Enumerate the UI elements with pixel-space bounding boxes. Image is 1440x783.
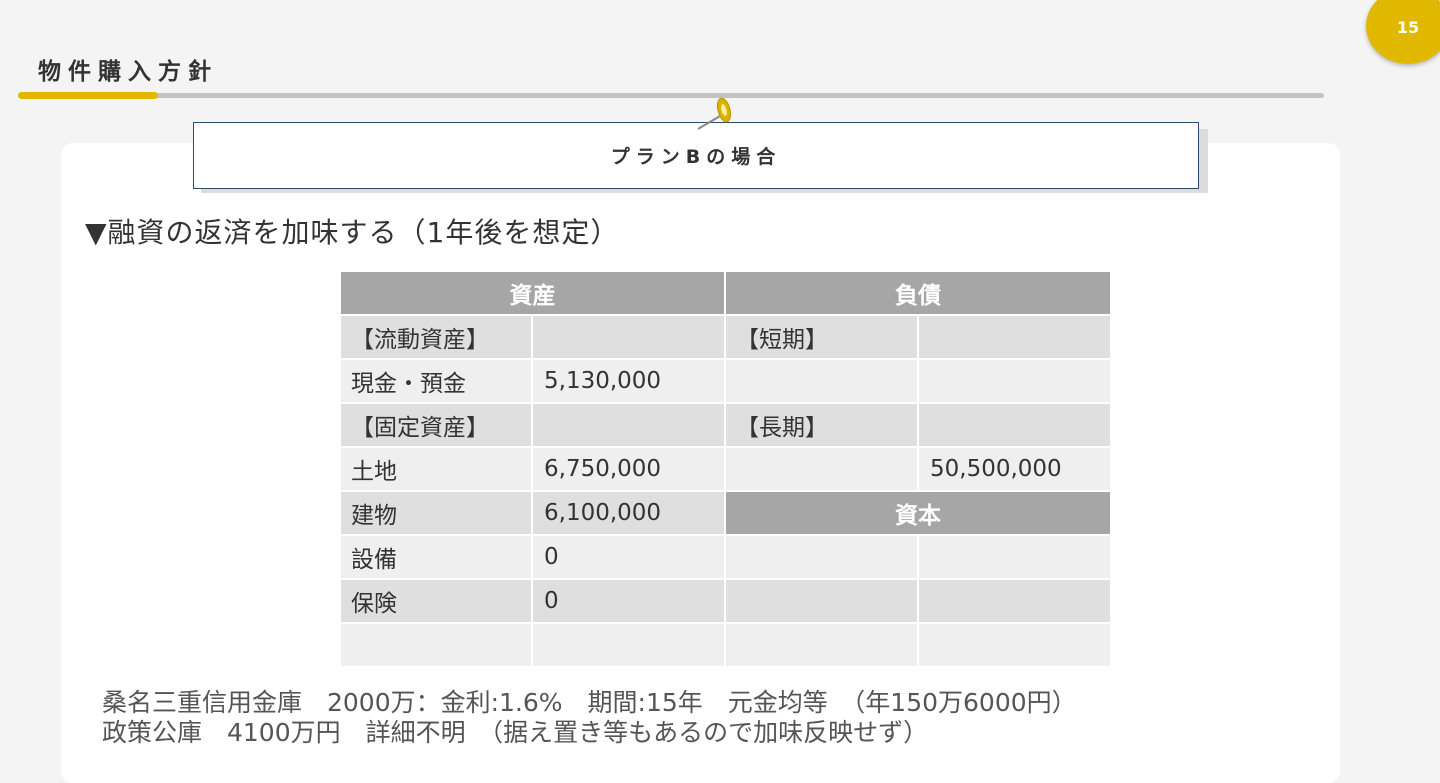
loan-note-2: 政策公庫 4100万円 詳細不明 （据え置き等もあるので加味反映せず） [102,718,929,747]
balance-sheet-table: 資産 負債 【流動資産】 【短期】 現金・預金 5,130,000 【固定資産】… [339,270,1112,668]
table-cell [917,402,1112,448]
table-cell: 建物 [339,490,533,536]
table-cell [339,622,533,668]
table-row: 建物 6,100,000 資本 [339,490,1112,536]
loan-notes: 桑名三重信用金庫 2000万：金利:1.6% 期間:15年 元金均等 （年150… [102,688,1077,748]
table-cell: 土地 [339,446,533,492]
plan-title: プランBの場合 [610,146,782,168]
liabilities-header: 負債 [724,270,1112,316]
table-row: 土地 6,750,000 50,500,000 [339,446,1112,492]
table-cell [917,534,1112,580]
table-cell [531,314,726,360]
table-cell [917,314,1112,360]
table-row: 保険 0 [339,578,1112,624]
table-cell: 設備 [339,534,533,580]
table-cell [531,622,726,668]
table-cell [531,402,726,448]
table-row [339,622,1112,668]
table-cell: 現金・預金 [339,358,533,404]
table-cell: 【短期】 [724,314,919,360]
table-row: 【固定資産】 【長期】 [339,402,1112,448]
table-cell [724,446,919,492]
table-cell: 50,500,000 [917,446,1112,492]
table-cell: 保険 [339,578,533,624]
table-cell: 【長期】 [724,402,919,448]
section-heading: ▼融資の返済を加味する（1年後を想定） [85,216,620,249]
title-underline-accent [18,92,158,99]
table-cell: 0 [531,578,726,624]
table-cell [724,578,919,624]
assets-header: 資産 [339,270,726,316]
table-cell: 5,130,000 [531,358,726,404]
table-cell: 0 [531,534,726,580]
table-cell [917,358,1112,404]
table-cell [917,578,1112,624]
table-row: 現金・預金 5,130,000 [339,358,1112,404]
title-underline [18,93,1324,98]
table-row: 設備 0 [339,534,1112,580]
table-cell: 6,100,000 [531,490,726,536]
loan-note-1: 桑名三重信用金庫 2000万：金利:1.6% 期間:15年 元金均等 （年150… [102,688,1077,717]
table-cell: 【固定資産】 [339,402,533,448]
page-number: 15 [1396,18,1420,37]
pin-icon [697,97,732,130]
plan-title-box: プランBの場合 [193,122,1199,189]
table-cell: 6,750,000 [531,446,726,492]
page-title: 物件購入方針 [38,59,218,85]
table-cell [724,358,919,404]
table-cell [724,622,919,668]
table-cell [917,622,1112,668]
table-row: 【流動資産】 【短期】 [339,314,1112,360]
table-cell [724,534,919,580]
capital-header: 資本 [724,490,1112,536]
table-cell: 【流動資産】 [339,314,533,360]
